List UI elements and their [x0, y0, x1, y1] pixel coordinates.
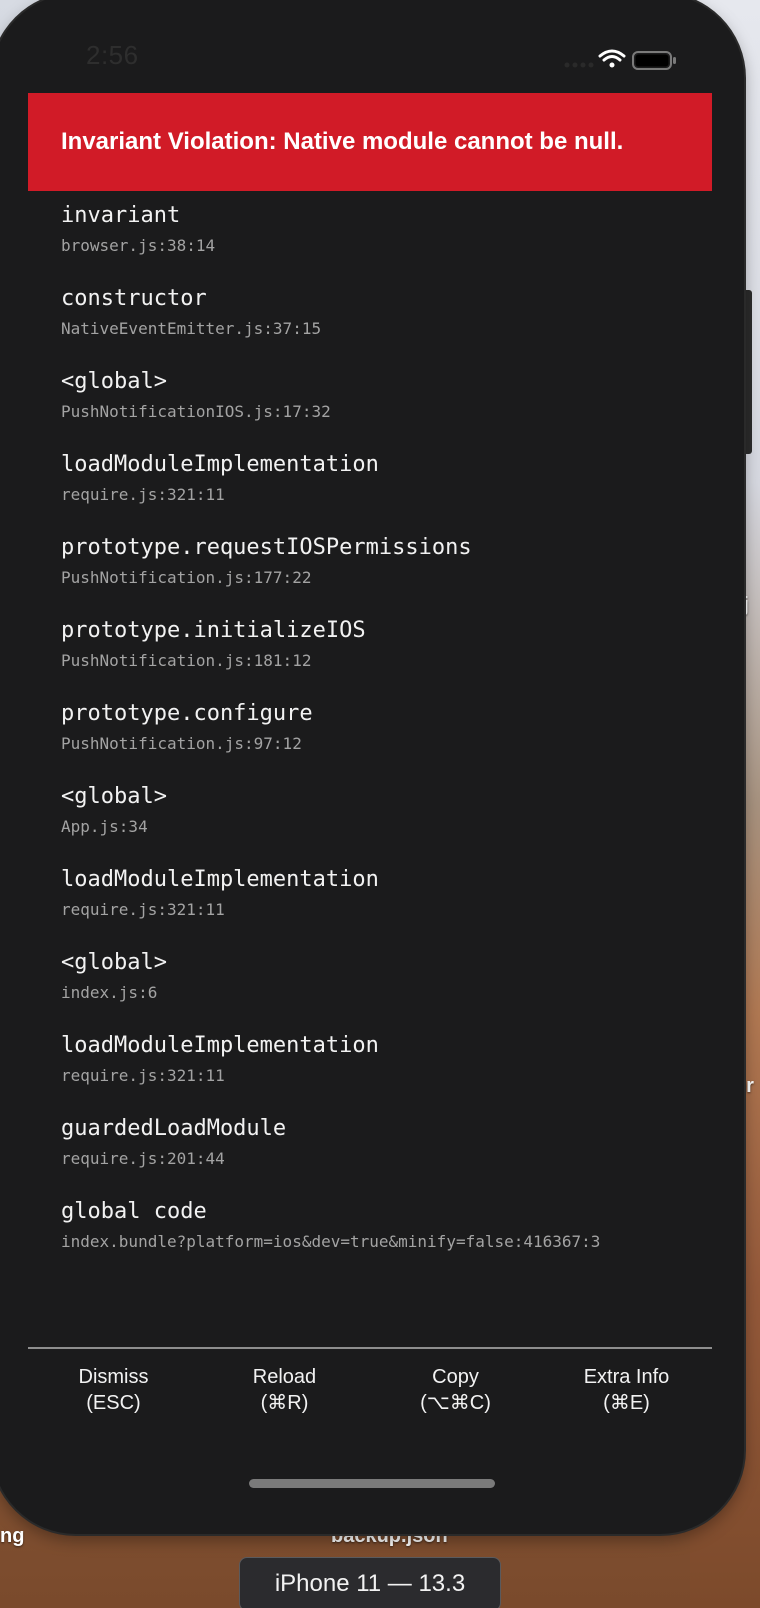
stack-frame-location: App.js:34: [61, 817, 148, 836]
extra-info-button-label: Extra Info: [583, 1366, 670, 1388]
reload-button-shortcut: (⌘R): [260, 1392, 309, 1414]
dismiss-button[interactable]: Dismiss (ESC): [28, 1364, 199, 1416]
stack-frame[interactable]: loadModuleImplementation require.js:321:…: [61, 452, 711, 522]
stack-frame[interactable]: invariant browser.js:38:14: [61, 203, 711, 273]
battery-icon: [632, 51, 676, 70]
stack-frame-method: constructor: [61, 286, 207, 311]
error-banner: Invariant Violation: Native module canno…: [28, 93, 712, 191]
stack-frame[interactable]: guardedLoadModule require.js:201:44: [61, 1116, 711, 1186]
error-title: Invariant Violation: Native module canno…: [61, 128, 624, 155]
home-indicator[interactable]: [249, 1479, 495, 1488]
button-bar-divider: [28, 1347, 712, 1349]
stack-frame-location: index.bundle?platform=ios&dev=true&minif…: [61, 1232, 601, 1251]
desktop-file-label-partial[interactable]: ng: [0, 1525, 24, 1548]
simulator-phone-screen: 2:56 Invariant Violation: Native module …: [0, 0, 744, 1534]
simulator-device-label: iPhone 11 — 13.3: [239, 1557, 501, 1608]
stack-frame[interactable]: loadModuleImplementation require.js:321:…: [61, 867, 711, 937]
stack-frame-location: PushNotification.js:177:22: [61, 568, 312, 587]
dismiss-button-label: Dismiss: [78, 1366, 149, 1388]
stack-frame-method: <global>: [61, 950, 167, 975]
stack-frame[interactable]: constructor NativeEventEmitter.js:37:15: [61, 286, 711, 356]
stack-frame-method: global code: [61, 1199, 207, 1224]
stack-frame-method: loadModuleImplementation: [61, 867, 379, 892]
stack-frame-location: require.js:201:44: [61, 1149, 225, 1168]
copy-button-shortcut: (⌥⌘C): [420, 1392, 491, 1414]
stack-frame-method: prototype.initializeIOS: [61, 618, 366, 643]
status-bar-icons: [564, 49, 676, 70]
extra-info-button-shortcut: (⌘E): [603, 1392, 650, 1414]
stack-frame[interactable]: loadModuleImplementation require.js:321:…: [61, 1033, 711, 1103]
stack-frame-method: guardedLoadModule: [61, 1116, 287, 1141]
stack-frame-location: PushNotificationIOS.js:17:32: [61, 402, 331, 421]
stack-frame-method: loadModuleImplementation: [61, 452, 379, 477]
stack-frame-method: <global>: [61, 784, 167, 809]
stack-frame-method: prototype.configure: [61, 701, 313, 726]
reload-button[interactable]: Reload (⌘R): [199, 1364, 370, 1416]
stack-frame-method: invariant: [61, 203, 181, 228]
stack-frame-location: NativeEventEmitter.js:37:15: [61, 319, 322, 338]
copy-button[interactable]: Copy (⌥⌘C): [370, 1364, 541, 1416]
stack-frame[interactable]: global code index.bundle?platform=ios&de…: [61, 1199, 711, 1269]
stack-frame[interactable]: prototype.configure PushNotification.js:…: [61, 701, 711, 771]
reload-button-label: Reload: [252, 1366, 317, 1388]
cellular-signal-icon: [564, 62, 594, 68]
stack-frame[interactable]: <global> PushNotificationIOS.js:17:32: [61, 369, 711, 439]
stack-frame-method: <global>: [61, 369, 167, 394]
stack-frame-location: require.js:321:11: [61, 900, 225, 919]
status-bar-time: 2:56: [86, 40, 139, 70]
stack-frame-location: require.js:321:11: [61, 485, 225, 504]
stack-frame-location: index.js:6: [61, 983, 158, 1002]
stack-frame-method: prototype.requestIOSPermissions: [61, 535, 472, 560]
stack-frame-location: PushNotification.js:181:12: [61, 651, 312, 670]
desktop-background: oj er ng backup.json 2:56 In: [0, 0, 760, 1608]
stack-frame[interactable]: <global> App.js:34: [61, 784, 711, 854]
stack-frame-location: require.js:321:11: [61, 1066, 225, 1085]
copy-button-label: Copy: [432, 1366, 479, 1388]
extra-info-button[interactable]: Extra Info (⌘E): [541, 1364, 712, 1416]
stack-frame-location: browser.js:38:14: [61, 236, 216, 255]
stack-frame-location: PushNotification.js:97:12: [61, 734, 302, 753]
stack-frame[interactable]: prototype.requestIOSPermissions PushNoti…: [61, 535, 711, 605]
stack-frame[interactable]: prototype.initializeIOS PushNotification…: [61, 618, 711, 688]
stack-frame[interactable]: <global> index.js:6: [61, 950, 711, 1020]
stack-frame-method: loadModuleImplementation: [61, 1033, 379, 1058]
dismiss-button-shortcut: (ESC): [86, 1392, 141, 1414]
wifi-icon: [598, 49, 626, 68]
